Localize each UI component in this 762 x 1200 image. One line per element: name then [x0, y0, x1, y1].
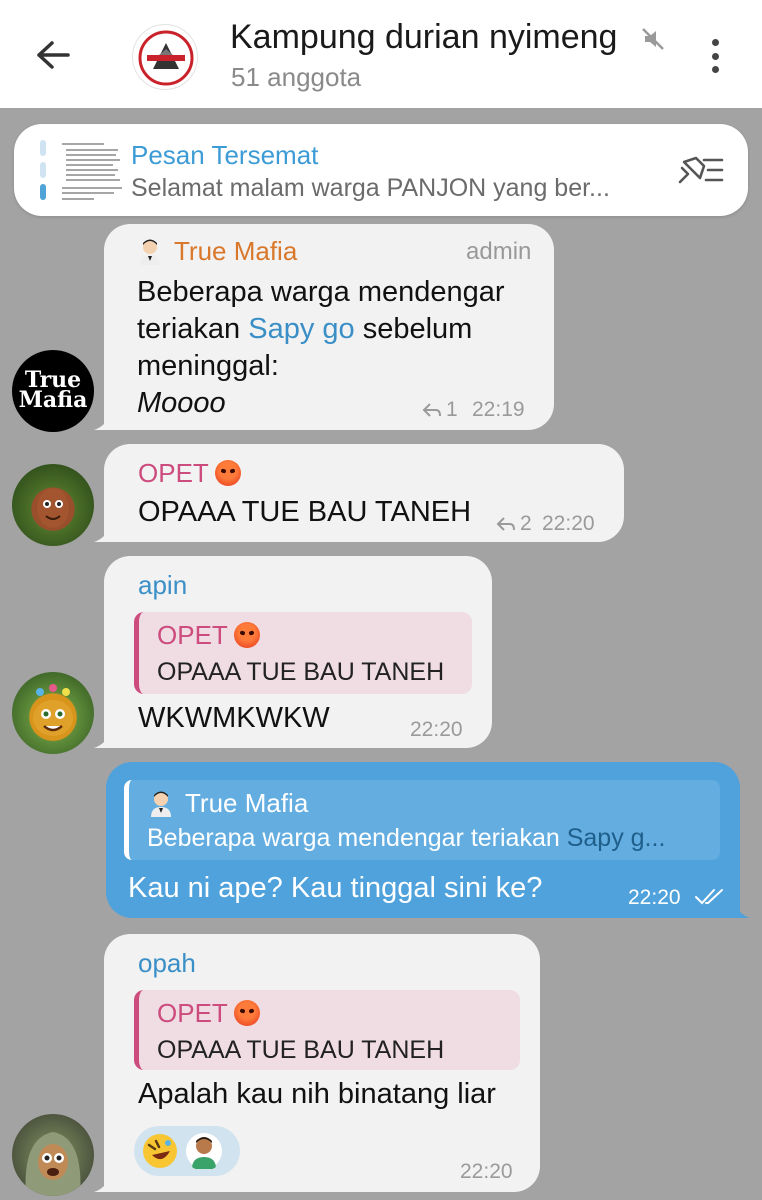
outgoing-message-bubble[interactable]: True Mafia Beberapa warga mendengar teri… [106, 762, 750, 918]
reaction-bar[interactable] [134, 1126, 240, 1176]
message-time: 22:19 [472, 398, 525, 421]
message-time: 22:20 [542, 512, 595, 535]
member-count: 51 anggota [231, 62, 362, 92]
reply-icon [422, 403, 441, 417]
avatar-opet[interactable] [12, 464, 94, 546]
quote-text: OPAAA TUE BAU TANEH [157, 1036, 445, 1064]
sender-name[interactable]: apin [138, 570, 187, 601]
group-title[interactable]: Kampung durian nyimeng [230, 18, 617, 57]
group-avatar[interactable] [132, 24, 198, 90]
pinned-label: Pesan Tersemat [131, 140, 319, 170]
boy-emoji-icon [186, 1133, 222, 1169]
avatar-opah[interactable] [12, 1114, 94, 1196]
back-button[interactable] [30, 32, 76, 78]
message-bubble[interactable]: True Mafia admin Beberapa warga mendenga… [94, 224, 554, 430]
sender-name[interactable]: opah [138, 948, 196, 979]
pinned-list-icon[interactable] [674, 152, 726, 188]
dot-icon [711, 39, 719, 46]
angry-emoji-icon [233, 1000, 260, 1026]
quote-sender: OPET [157, 998, 260, 1029]
double-check-icon [695, 889, 723, 905]
man-emoji-icon [151, 791, 171, 817]
pinned-preview: Selamat malam warga PANJON yang ber... [131, 174, 610, 202]
quote-text: OPAAA TUE BAU TANEH [157, 658, 445, 686]
message-time: 22:20 [410, 718, 463, 741]
quoted-reply[interactable]: True Mafia Beberapa warga mendengar teri… [124, 780, 720, 860]
avatar-image [25, 1132, 81, 1196]
mention-link[interactable]: Sapy go [248, 313, 354, 345]
quoted-reply[interactable]: OPET OPAAA TUE BAU TANEH [134, 990, 520, 1070]
more-options-button[interactable] [700, 36, 730, 76]
avatar-true-mafia[interactable]: True Mafia [12, 350, 94, 432]
quote-sender: True Mafia [147, 788, 308, 819]
message-time: 22:20 [460, 1160, 513, 1183]
quote-text: Beberapa warga mendengar teriakan Sapy g… [147, 824, 666, 852]
message-text: WKWMKWKW [138, 702, 330, 734]
pinned-indicator [40, 140, 46, 200]
sender-name[interactable]: True Mafia [136, 236, 297, 267]
reply-icon [496, 517, 515, 531]
message-bubble[interactable]: OPET OPAAA TUE BAU TANEH 2 22:20 [94, 444, 624, 542]
admin-badge: admin [466, 238, 532, 265]
reply-counter[interactable]: 1 [422, 398, 458, 422]
message-text: Apalah kau nih binatang liar [138, 1078, 496, 1110]
mute-icon [642, 28, 664, 50]
message-text: OPAAA TUE BAU TANEH [138, 496, 472, 528]
message-bubble[interactable]: apin OPET OPAAA TUE BAU TANEH WKWMKWKW 2… [94, 556, 492, 748]
chat-header: Kampung durian nyimeng 51 anggota [0, 0, 762, 108]
message-time: 22:20 [628, 886, 681, 909]
angry-emoji-icon [214, 460, 241, 486]
arrow-left-icon [37, 41, 70, 69]
reply-counter[interactable]: 2 [496, 512, 532, 536]
avatar-image [37, 488, 69, 528]
pinned-thumbnail [58, 138, 130, 204]
dot-icon [711, 66, 719, 73]
rofl-emoji-icon [143, 1134, 177, 1168]
message-text: Kau ni ape? Kau tinggal sini ke? [128, 872, 543, 904]
pinned-message-bar[interactable]: Pesan Tersemat Selamat malam warga PANJO… [14, 124, 748, 216]
sender-name[interactable]: OPET [138, 458, 241, 489]
angry-emoji-icon [233, 622, 260, 648]
avatar-image [33, 684, 73, 736]
group-logo-icon [138, 30, 194, 86]
dot-icon [711, 52, 719, 60]
man-emoji-icon [140, 239, 160, 265]
avatar-apin[interactable] [12, 672, 94, 754]
quote-sender: OPET [157, 620, 260, 651]
quoted-reply[interactable]: OPET OPAAA TUE BAU TANEH [134, 612, 472, 694]
